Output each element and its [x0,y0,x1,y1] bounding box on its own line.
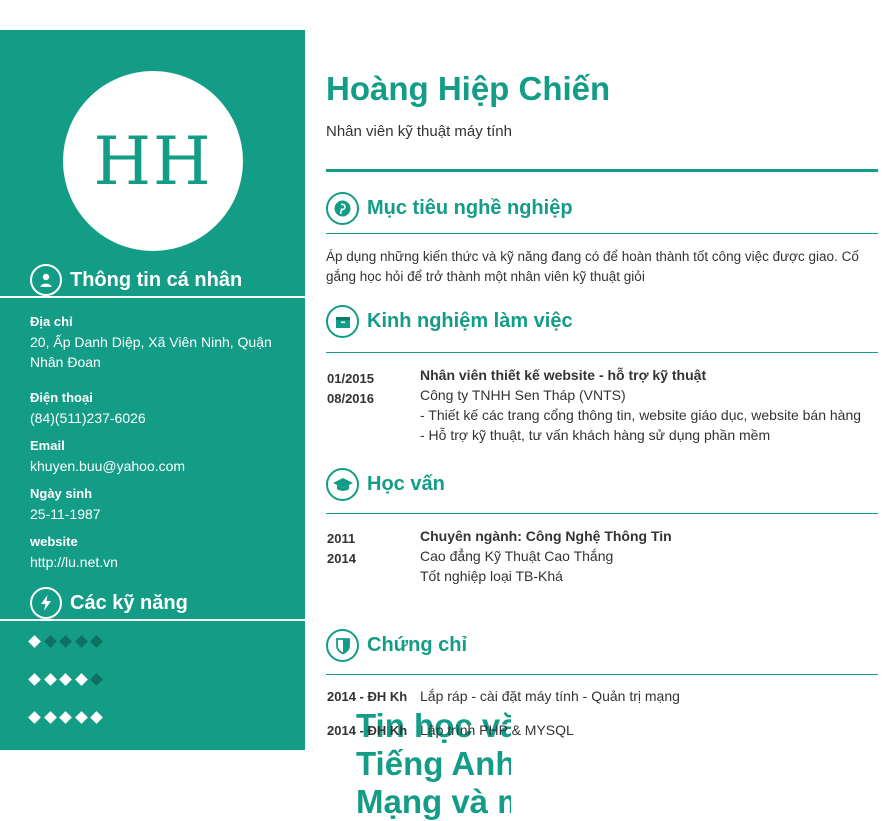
email-value[interactable]: khuyen.buu@yahoo.com [30,456,280,476]
address-label: Địa chỉ [30,314,73,329]
address-field: Địa chỉ 20, Ấp Danh Diệp, Xã Viên Ninh, … [30,312,280,372]
skill-diamond-filled [74,711,88,724]
certificate-name: Lập trình PHP & MYSQL [420,722,574,738]
personal-info-title: Thông tin cá nhân [70,268,243,291]
sidebar-divider [0,619,305,621]
lightning-icon [30,587,62,619]
skill-diamond-filled [28,673,41,686]
phone-label: Điện thoại [30,390,93,405]
skill-row: Tin học văn phòng [28,635,511,744]
skill-diamond-empty [90,673,103,686]
certificate-date: 2014 - ĐH Kh [327,723,408,738]
address-value: 20, Ấp Danh Diệp, Xã Viên Ninh, Quận Nhâ… [30,334,272,370]
skill-diamond-empty [59,635,72,648]
objective-title: Mục tiêu nghề nghiệp [367,197,573,219]
skill-diamond-filled [28,635,41,648]
experience-detail: - Hỗ trợ kỹ thuật, tư vấn khách hàng sử … [420,427,771,443]
phone-value: (84)(511)237-6026 [30,410,146,426]
education-entry: Chuyên ngành: Công Nghệ Thông Tin Cao đẳ… [420,526,672,586]
skill-diamond-filled [59,673,72,686]
certificates-title: Chứng chỉ [367,634,468,656]
skill-rating [28,635,108,648]
skill-row: Mạng và máy tính [28,711,511,820]
section-divider [326,352,878,353]
shield-icon [326,629,359,662]
education-major: Chuyên ngành: Công Nghệ Thông Tin [420,528,672,544]
candidate-position: Nhân viên kỹ thuật máy tính [326,123,512,140]
experience-heading: Kinh nghiệm làm việc [326,305,573,338]
sidebar: HH Thông tin cá nhân Địa chỉ 20, Ấp Danh… [0,30,511,820]
skills-heading: Các kỹ năng [30,587,188,619]
skill-name: Mạng và máy tính [356,783,511,820]
skill-diamond-empty [74,635,88,648]
skill-rating [28,711,108,724]
certificate-name: Lắp ráp - cài đặt máy tính - Quản trị mạ… [420,688,680,704]
email-field: Email khuyen.buu@yahoo.com [30,436,280,476]
website-value[interactable]: http://lu.net.vn [30,552,280,572]
graduation-cap-icon [326,468,359,501]
sidebar-divider [0,296,305,298]
briefcase-icon [326,305,359,338]
website-label: website [30,534,78,549]
skill-diamond-filled [43,673,57,686]
education-heading: Học vấn [326,468,445,501]
section-divider [326,674,878,675]
avatar: HH [63,71,243,251]
birthdate-value: 25-11-1987 [30,506,101,522]
section-divider [326,513,878,514]
skill-rating [28,673,108,686]
skill-diamond-empty [43,635,57,648]
avatar-initials: HH [93,122,213,200]
birthdate-field: Ngày sinh 25-11-1987 [30,484,280,524]
user-icon [30,264,62,296]
objective-heading: Mục tiêu nghề nghiệp [326,192,573,225]
skill-row: Tiếng Anh [28,673,511,782]
experience-company: Công ty TNHH Sen Tháp (VNTS) [420,387,626,403]
skill-diamond-filled [28,711,41,724]
candidate-name: Hoàng Hiệp Chiến [326,70,611,107]
experience-end-date: 08/2016 [327,391,374,406]
skill-diamond-empty [90,635,103,648]
skill-diamond-filled [59,711,72,724]
skills-title: Các kỹ năng [70,591,188,614]
education-result: Tốt nghiệp loại TB-Khá [420,568,563,584]
section-divider [326,233,878,234]
personal-info-heading: Thông tin cá nhân [30,264,242,296]
experience-detail: - Thiết kế các trang cổng thông tin, web… [420,407,862,423]
experience-title: Kinh nghiệm làm việc [367,310,573,332]
phone-field: Điện thoại (84)(511)237-6026 [30,388,280,428]
education-end-date: 2014 [327,551,356,566]
objective-text: Áp dụng những kiến thức và kỹ năng đang … [326,249,859,284]
education-start-date: 2011 [327,531,356,546]
website-field: website http://lu.net.vn [30,532,280,572]
experience-entry: Nhân viên thiết kế website - hỗ trợ kỹ t… [420,365,861,445]
education-title: Học vấn [367,473,445,495]
education-school: Cao đẳng Kỹ Thuật Cao Thắng [420,548,614,564]
skill-name: Tiếng Anh [356,745,511,782]
certificate-date: 2014 - ĐH Kh [327,689,408,704]
skill-diamond-filled [43,711,57,724]
email-label: Email [30,438,65,453]
certificates-heading: Chứng chỉ [326,629,467,662]
experience-role: Nhân viên thiết kế website - hỗ trợ kỹ t… [420,367,707,383]
skill-diamond-filled [74,673,88,686]
birthdate-label: Ngày sinh [30,486,93,501]
header-divider [326,169,878,172]
target-icon [326,192,359,225]
experience-start-date: 01/2015 [327,371,374,386]
skill-diamond-filled [90,711,103,724]
